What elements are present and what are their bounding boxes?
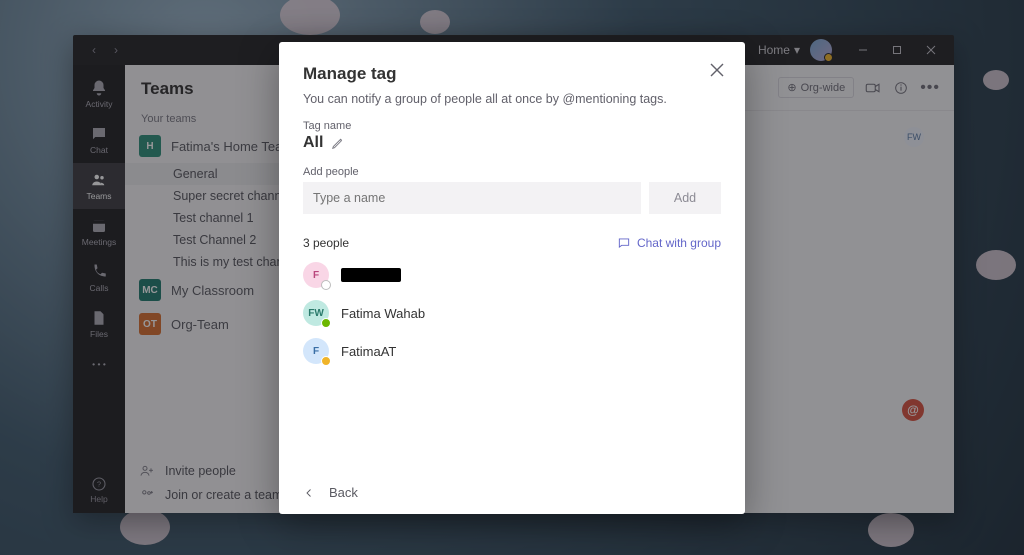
redacted-name: [341, 268, 401, 282]
avatar: F: [303, 338, 329, 364]
modal-subtitle: You can notify a group of people all at …: [303, 92, 721, 106]
avatar: FW: [303, 300, 329, 326]
back-button[interactable]: Back: [303, 485, 358, 500]
chat-icon: [617, 236, 631, 250]
list-item[interactable]: FW Fatima Wahab: [303, 300, 721, 326]
chevron-left-icon: [303, 487, 315, 499]
person-name: FatimaAT: [341, 344, 396, 359]
list-item[interactable]: F: [303, 262, 721, 288]
back-label: Back: [329, 485, 358, 500]
add-button[interactable]: Add: [649, 182, 721, 214]
tag-name-row: All: [303, 134, 721, 152]
people-list: F FW Fatima Wahab F FatimaAT: [303, 262, 721, 364]
add-people-row: Add: [303, 182, 721, 214]
list-item[interactable]: F FatimaAT: [303, 338, 721, 364]
manage-tag-modal: Manage tag You can notify a group of peo…: [279, 42, 745, 514]
modal-footer: Back: [303, 477, 721, 500]
people-count: 3 people: [303, 236, 349, 250]
close-icon: [707, 60, 727, 80]
tag-name-label: Tag name: [303, 120, 721, 132]
modal-title: Manage tag: [303, 64, 721, 84]
person-name: Fatima Wahab: [341, 306, 425, 321]
add-people-label: Add people: [303, 166, 721, 178]
chat-with-group-button[interactable]: Chat with group: [617, 236, 721, 250]
chat-group-label: Chat with group: [637, 236, 721, 250]
edit-icon[interactable]: [331, 136, 345, 150]
close-button[interactable]: [707, 60, 727, 80]
avatar: F: [303, 262, 329, 288]
add-people-input[interactable]: [303, 182, 641, 214]
count-row: 3 people Chat with group: [303, 236, 721, 250]
tag-name-value: All: [303, 134, 323, 152]
